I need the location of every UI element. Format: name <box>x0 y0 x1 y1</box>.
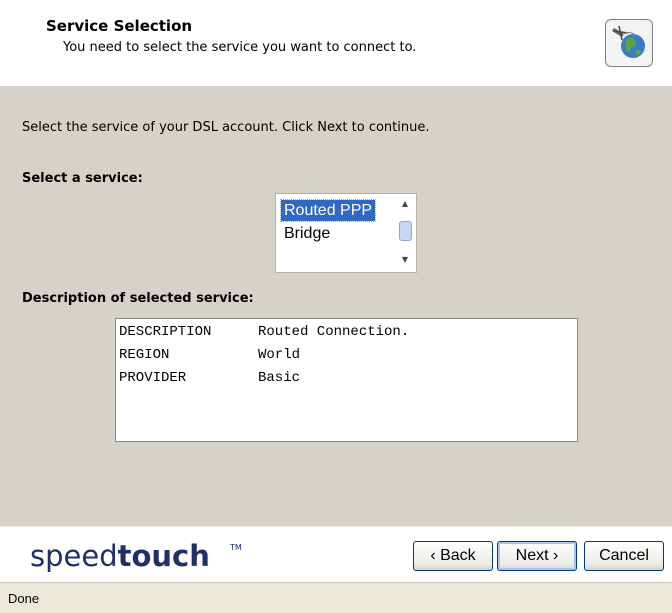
next-button[interactable]: Next › <box>497 541 577 571</box>
scroll-thumb[interactable] <box>399 221 412 241</box>
logo-bold: touch <box>117 539 210 573</box>
wizard-header: Service Selection You need to select the… <box>0 0 672 86</box>
logo-wordmark: speedtouch <box>30 539 210 573</box>
description-key: DESCRIPTION <box>119 324 212 340</box>
service-option-routed-ppp[interactable]: Routed PPP <box>279 199 377 222</box>
speedtouch-logo: speedtouch TM <box>30 539 242 581</box>
status-text: Done <box>8 591 40 606</box>
page-subtitle: You need to select the service you want … <box>63 40 417 55</box>
wizard-content: Select the service of your DSL account. … <box>0 86 672 526</box>
wizard-footer: speedtouch TM ‹ Back Next › Cancel <box>0 526 672 583</box>
description-box[interactable]: DESCRIPTION Routed Connection. REGION Wo… <box>115 318 578 442</box>
scroll-down-icon[interactable]: ▼ <box>397 254 413 266</box>
service-option-bridge[interactable]: Bridge <box>281 223 333 244</box>
cancel-button[interactable]: Cancel <box>584 541 664 571</box>
instruction-text: Select the service of your DSL account. … <box>22 120 430 135</box>
status-bar: Done <box>0 582 672 613</box>
logo-trademark: TM <box>230 543 242 552</box>
description-value: Routed Connection. <box>258 324 410 340</box>
scroll-up-icon[interactable]: ▲ <box>397 198 413 210</box>
service-label: Select a service: <box>22 171 143 186</box>
provider-value: Basic <box>258 370 301 386</box>
provider-key: PROVIDER <box>119 370 187 386</box>
listbox-scrollbar[interactable]: ▲ ▼ <box>397 198 413 268</box>
service-listbox[interactable]: Routed PPP Bridge ▲ ▼ <box>275 193 417 273</box>
description-label: Description of selected service: <box>22 291 254 306</box>
back-button[interactable]: ‹ Back <box>413 541 493 571</box>
logo-light: speed <box>30 539 118 573</box>
region-key: REGION <box>119 347 170 363</box>
region-value: World <box>258 347 301 363</box>
network-globe-icon <box>605 19 653 67</box>
page-title: Service Selection <box>46 17 193 35</box>
